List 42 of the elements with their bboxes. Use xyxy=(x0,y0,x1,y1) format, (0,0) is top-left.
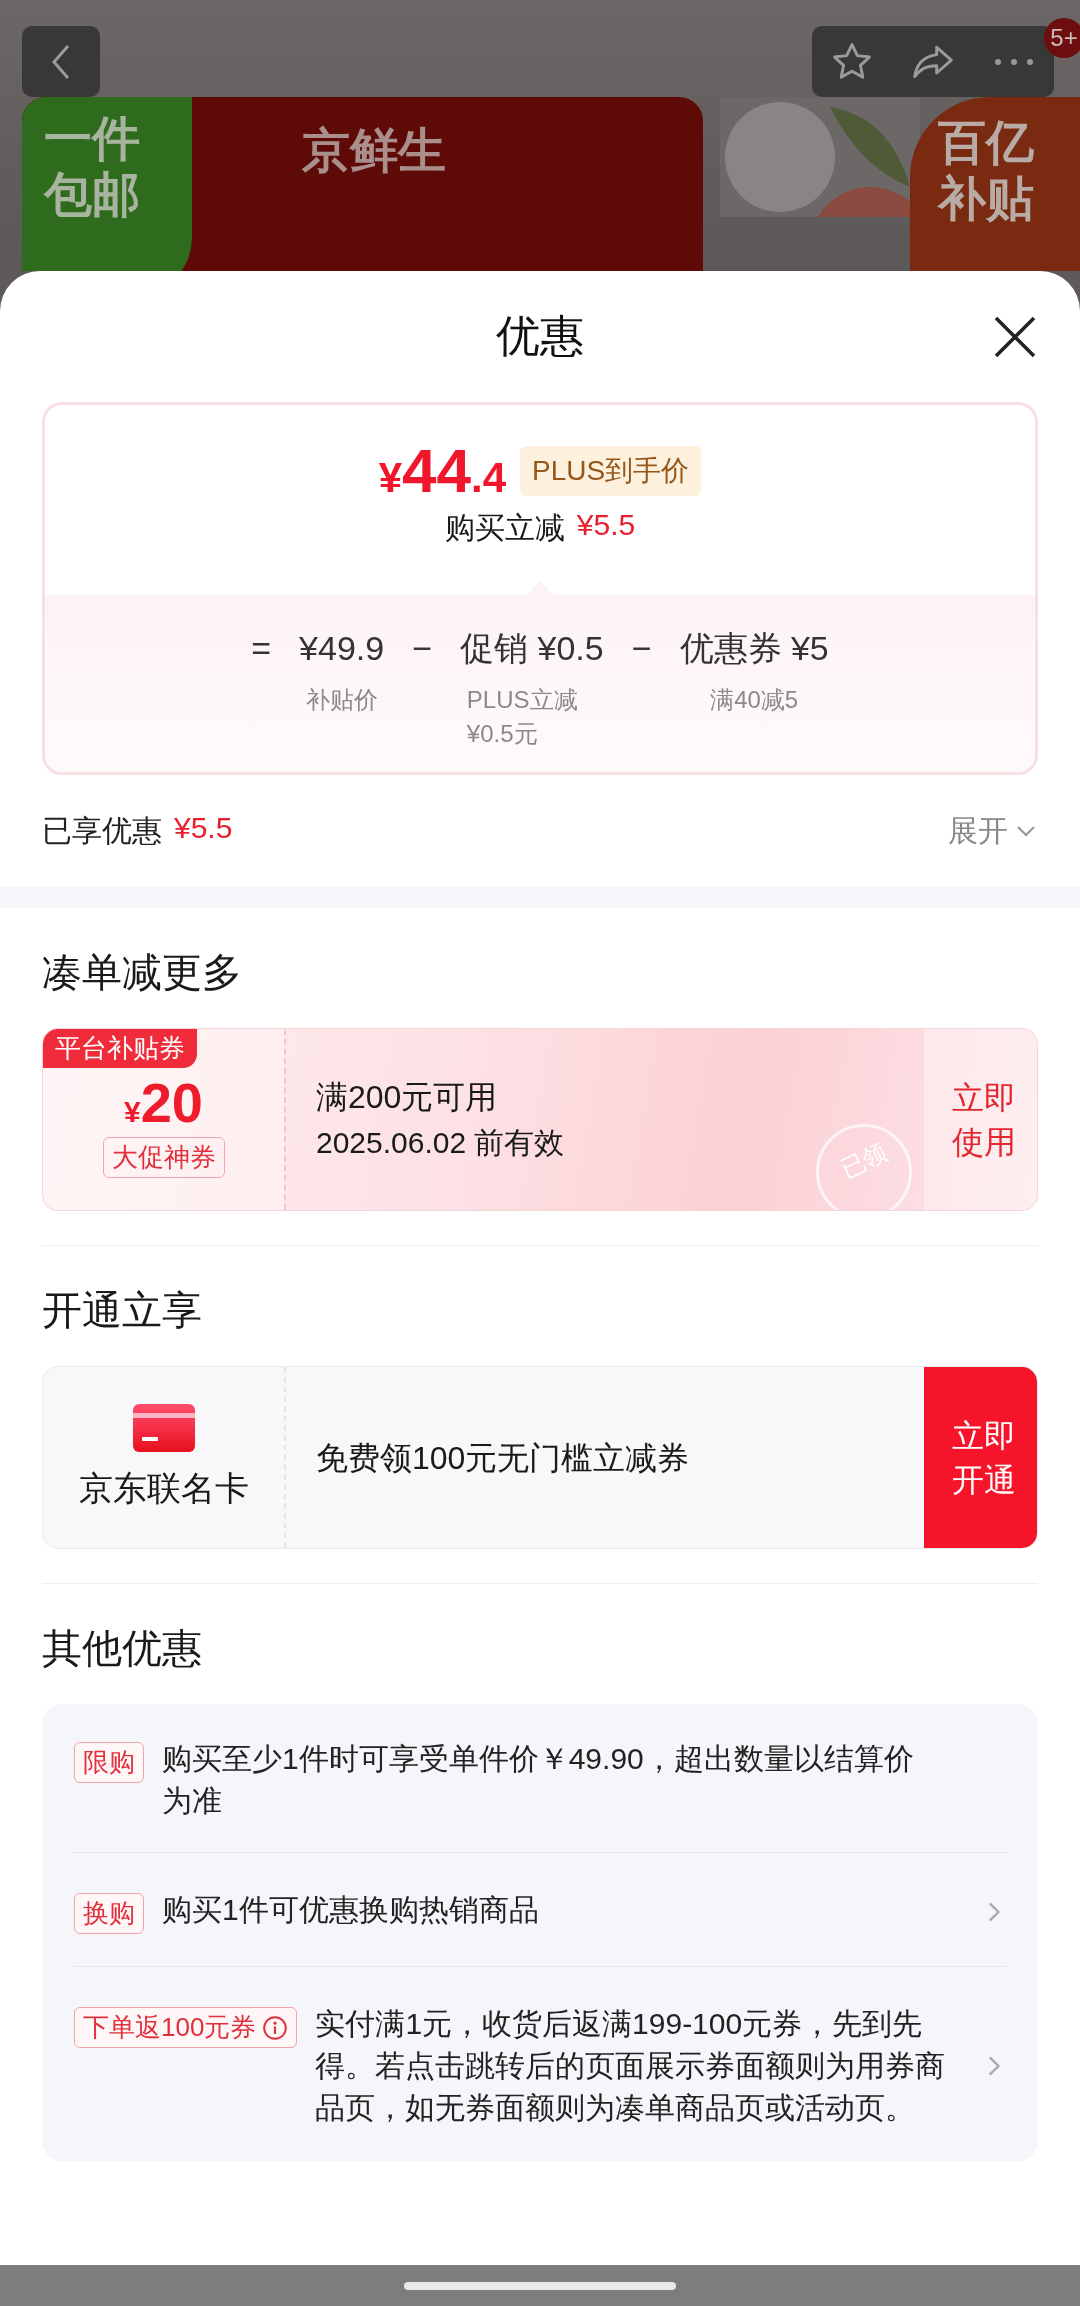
operator-sign: = xyxy=(251,628,272,669)
info-icon xyxy=(262,2014,289,2041)
offer-tag: 下单返100元券 xyxy=(74,2007,298,2048)
sheet-title: 优惠 xyxy=(496,310,584,362)
section-heading: 其他优惠 xyxy=(41,1625,203,1672)
section-heading: 开通立享 xyxy=(41,1287,203,1334)
offer-link[interactable]: 实付满1元，收货后返满199-100元券，先到先得。若点击跳转后的页面展示券面额则为用券商品页，如无券面额则为凑单商品页或活动页。 xyxy=(315,2003,962,2129)
price-term: 促销 ¥0.5 xyxy=(460,628,604,669)
coupon-validity: 2025.06.02 前有效 xyxy=(316,1124,565,1161)
open-button[interactable]: 立即开通 xyxy=(924,1367,1037,1548)
expand-button[interactable]: 展开 xyxy=(948,810,1038,852)
price-term: ¥49.9 xyxy=(299,628,385,669)
shipping-tag: 一件 包邮 xyxy=(22,97,192,271)
coupon-badge: 大促神券 xyxy=(102,1137,225,1178)
credit-card-icon xyxy=(132,1403,195,1452)
offer-text: 购买至少1件时可享受单件价￥49.90，超出数量以结算价为准 xyxy=(162,1741,915,1819)
card-offer-text: 免费领100元无门槛立减券 xyxy=(316,1438,690,1478)
discount-amount: ¥5.5 xyxy=(576,508,636,543)
price-term: 优惠券 ¥5 xyxy=(679,628,829,669)
section-heading: 凑单减更多 xyxy=(41,949,243,996)
final-price: ¥44.4 xyxy=(378,435,507,506)
offer-tag: 限购 xyxy=(74,1742,144,1783)
discount-label: 购买立减 xyxy=(444,510,565,546)
use-button[interactable]: 立即使用 xyxy=(924,1029,1037,1210)
back-button[interactable] xyxy=(22,26,100,97)
coupon-condition: 满200元可用 xyxy=(316,1077,498,1117)
notification-badge: 5+ xyxy=(1044,18,1080,58)
term-note: 满40减5 xyxy=(710,685,799,715)
price-tag: PLUS到手价 xyxy=(520,445,702,496)
term-note: PLUS立减 ¥0.5元 xyxy=(466,685,579,749)
enjoyed-amount: ¥5.5 xyxy=(174,810,233,846)
card-name: 京东联名卡 xyxy=(78,1467,249,1509)
operator-sign: − xyxy=(631,628,652,669)
subsidy-logo: 百亿 补贴 xyxy=(910,97,1080,271)
enjoyed-label: 已享优惠 xyxy=(42,812,162,849)
coupon-amount: ¥20 xyxy=(124,1070,203,1135)
operator-sign: − xyxy=(412,628,433,669)
coupon-type-tag: 平台补贴券 xyxy=(43,1029,197,1068)
offer-tag: 换购 xyxy=(74,1893,144,1934)
offer-link[interactable]: 购买1件可优惠换购热销商品 xyxy=(162,1889,962,1931)
term-note: 补贴价 xyxy=(305,685,378,715)
banner-title: 京鲜生 xyxy=(301,123,446,179)
